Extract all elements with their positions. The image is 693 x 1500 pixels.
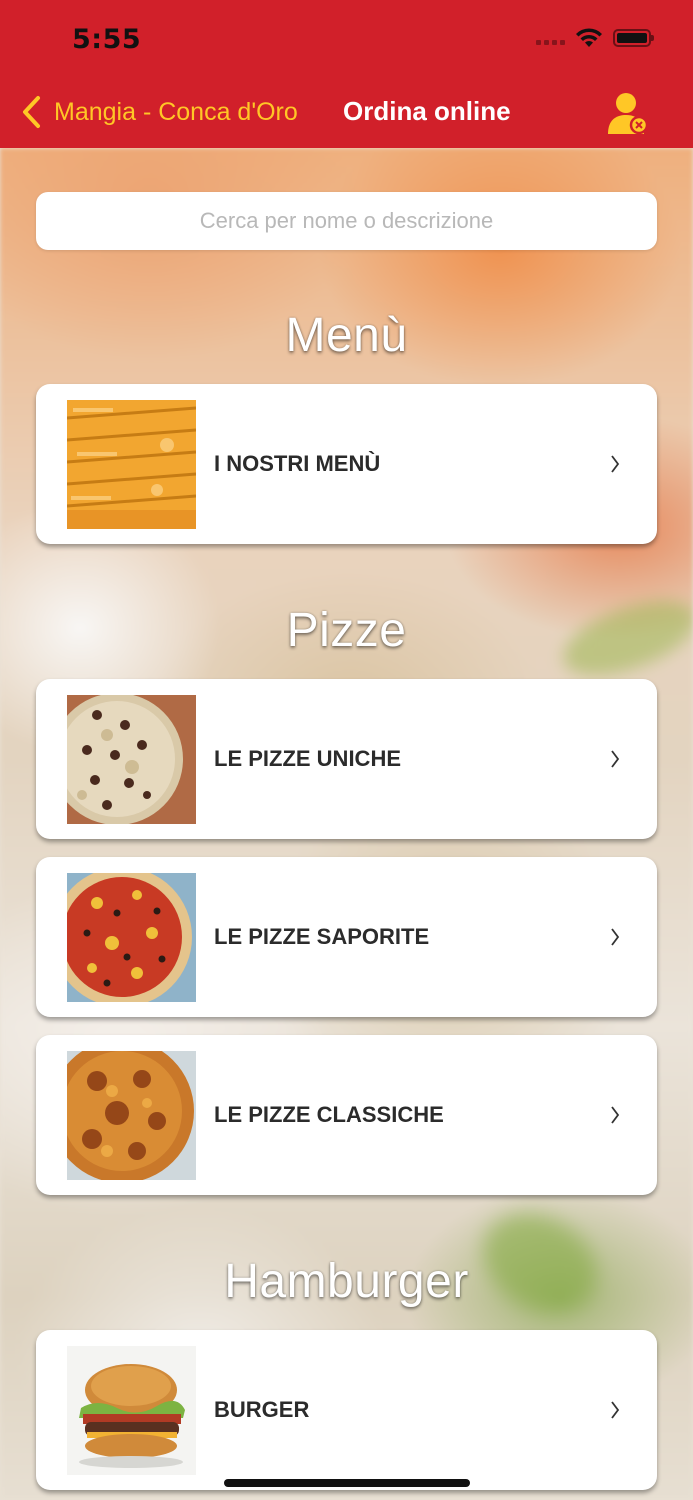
category-card-i-nostri-menu[interactable]: I NOSTRI MENÙ (36, 384, 657, 544)
search-input[interactable] (36, 192, 657, 250)
pizza-boxes-image (67, 400, 196, 529)
chevron-right-icon (611, 1106, 620, 1124)
chevron-right-icon (611, 928, 620, 946)
page-title: Ordina online (343, 96, 511, 126)
category-label: BURGER (214, 1397, 310, 1422)
status-bar: 5:55 (0, 0, 693, 78)
status-time: 5:55 (72, 24, 142, 55)
chevron-right-icon (611, 455, 620, 473)
back-button[interactable]: Mangia - Conca d'Oro (20, 94, 298, 130)
user-account-icon[interactable] (606, 90, 650, 136)
pizza-uniche-image (67, 695, 196, 824)
chevron-left-icon (23, 96, 40, 128)
section-title-hamburger: Hamburger (224, 1255, 469, 1308)
section-title-menu: Menù (285, 309, 408, 362)
category-label: LE PIZZE UNICHE (214, 746, 402, 771)
battery-icon (613, 29, 654, 47)
navigation-bar: Mangia - Conca d'Oro Ordina online (0, 78, 693, 148)
category-label: LE PIZZE CLASSICHE (214, 1102, 444, 1127)
category-card-le-pizze-classiche[interactable]: LE PIZZE CLASSICHE (36, 1035, 657, 1195)
wifi-icon (576, 28, 602, 47)
category-card-burger[interactable]: BURGER (36, 1330, 657, 1490)
category-card-le-pizze-uniche[interactable]: LE PIZZE UNICHE (36, 679, 657, 839)
chevron-right-icon (611, 1401, 620, 1419)
category-label: I NOSTRI MENÙ (214, 451, 381, 476)
chevron-right-icon (611, 750, 620, 768)
burger-image (67, 1346, 196, 1475)
cellular-signal-icon (536, 31, 565, 45)
back-button-label: Mangia - Conca d'Oro (54, 97, 298, 126)
category-label: LE PIZZE SAPORITE (214, 924, 430, 949)
section-title-pizze: Pizze (286, 604, 407, 657)
category-card-le-pizze-saporite[interactable]: LE PIZZE SAPORITE (36, 857, 657, 1017)
pizza-saporite-image (67, 873, 196, 1002)
status-icons (536, 28, 654, 48)
home-indicator[interactable] (224, 1479, 470, 1487)
pizza-classiche-image (67, 1051, 196, 1180)
